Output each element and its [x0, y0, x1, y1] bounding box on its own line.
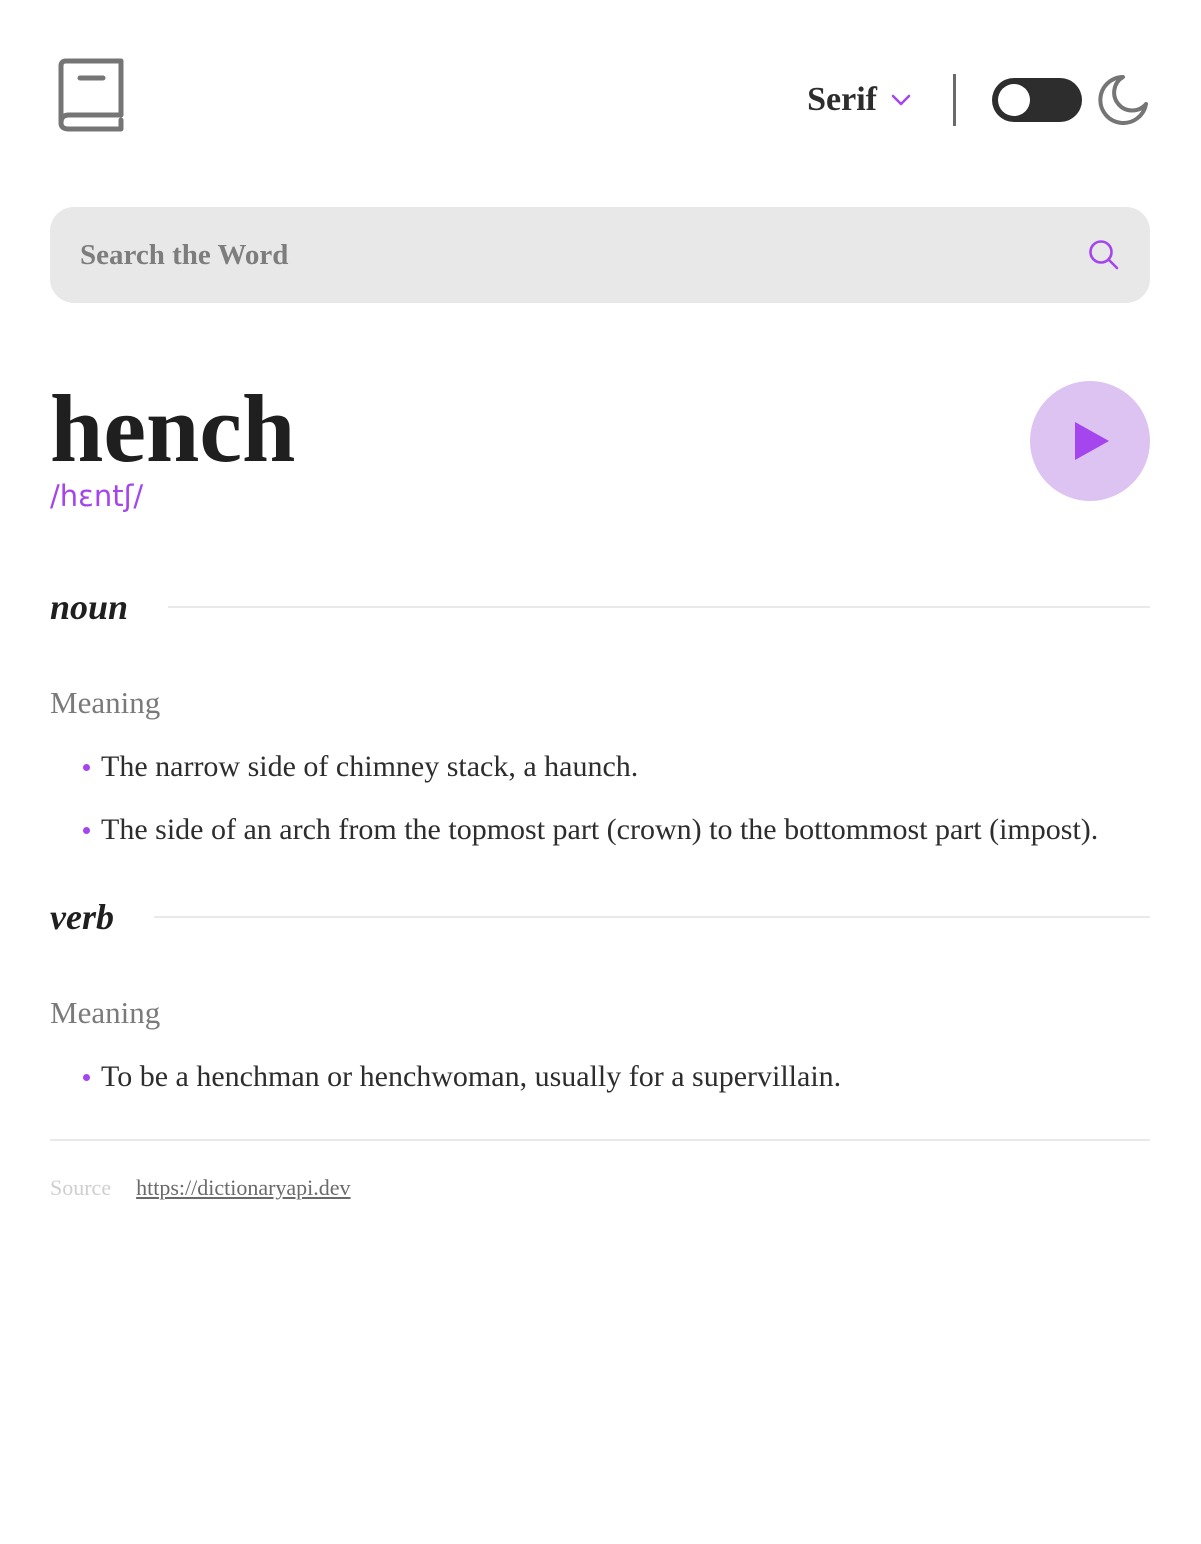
word-heading: hench /hɛntʃ/ — [50, 303, 1150, 583]
definition-item: To be a henchman or henchwoman, usually … — [50, 1057, 1150, 1097]
definition-text: To be a henchman or henchwoman, usually … — [101, 1060, 842, 1093]
toggle-knob — [998, 84, 1030, 116]
search-icon[interactable] — [1088, 239, 1120, 271]
part-of-speech-label: noun — [50, 587, 129, 627]
definition-text: The narrow side of chimney stack, a haun… — [101, 750, 639, 783]
part-of-speech-label: verb — [50, 897, 114, 937]
section-divider — [168, 606, 1150, 608]
play-pronunciation-button[interactable] — [1030, 381, 1150, 501]
moon-icon — [1098, 75, 1148, 125]
definition-text: The side of an arch from the topmost par… — [101, 813, 1099, 846]
part-of-speech-row: noun — [50, 583, 1150, 631]
bullet-dot — [83, 1074, 90, 1081]
source-link[interactable]: https://dictionaryapi.dev — [136, 1175, 350, 1201]
bullet-dot — [83, 764, 90, 771]
meaning-block-verb: verb Meaning To be a henchman or henchwo… — [50, 893, 1150, 1097]
definition-item: The narrow side of chimney stack, a haun… — [50, 747, 1150, 787]
meaning-heading: Meaning — [50, 685, 161, 720]
definition-item: The side of an arch from the topmost par… — [50, 810, 1150, 850]
font-family-dropdown[interactable]: Serif — [807, 81, 911, 119]
play-icon — [1075, 422, 1109, 460]
dictionary-page: Serif hench /hɛntʃ/ — [50, 0, 1150, 1201]
definition-list: To be a henchman or henchwoman, usually … — [50, 1057, 1150, 1097]
footer-divider — [50, 1139, 1150, 1141]
search-input[interactable] — [50, 207, 1150, 303]
app-header: Serif — [50, 0, 1150, 207]
meaning-heading: Meaning — [50, 995, 161, 1030]
definition-list: The narrow side of chimney stack, a haun… — [50, 747, 1150, 850]
bullet-dot — [83, 827, 90, 834]
part-of-speech-row: verb — [50, 893, 1150, 941]
source-row: Source https://dictionaryapi.dev — [50, 1175, 1150, 1201]
section-divider — [153, 916, 1150, 918]
source-label: Source — [50, 1175, 112, 1200]
font-family-label: Serif — [807, 81, 877, 118]
meaning-block-noun: noun Meaning The narrow side of chimney … — [50, 583, 1150, 850]
word-title: hench — [50, 375, 296, 482]
chevron-down-icon — [891, 94, 911, 106]
header-divider — [953, 74, 956, 126]
header-controls: Serif — [807, 70, 1150, 130]
theme-toggle[interactable] — [992, 78, 1082, 122]
search-bar — [50, 207, 1150, 303]
book-icon — [58, 58, 124, 132]
phonetic-text: /hɛntʃ/ — [50, 479, 144, 513]
